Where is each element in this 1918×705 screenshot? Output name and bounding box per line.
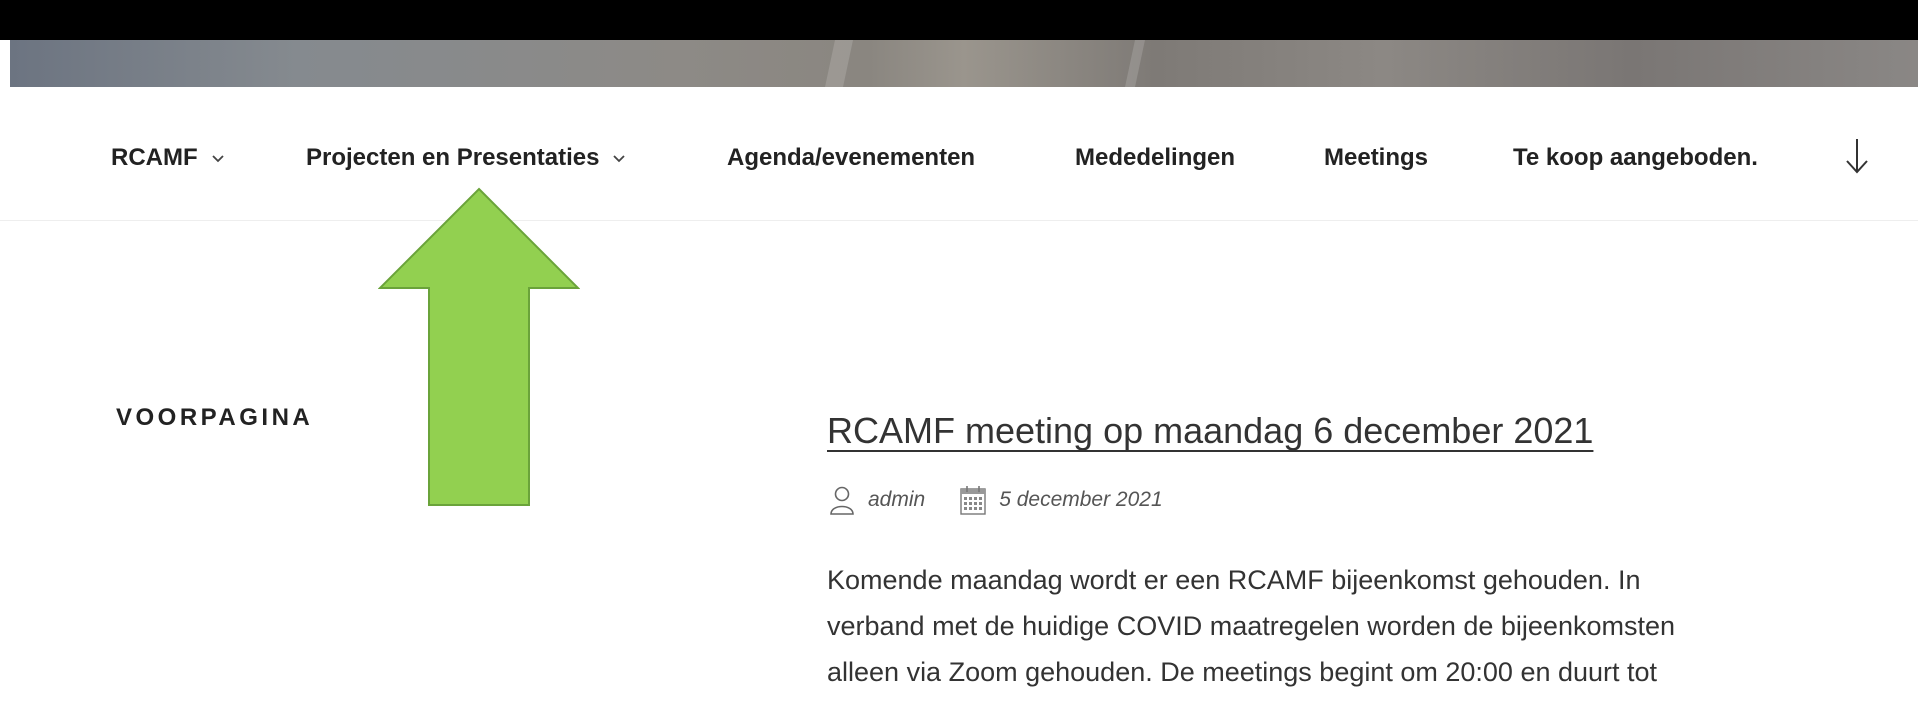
calendar-icon	[959, 484, 987, 516]
header-image	[10, 40, 1918, 87]
nav-item-label: Te koop aangeboden.	[1513, 144, 1758, 171]
nav-item-label: Mededelingen	[1075, 144, 1236, 171]
nav-item-agenda[interactable]: Agenda/evenementen	[727, 144, 975, 172]
green-up-arrow-icon	[378, 187, 580, 506]
user-icon	[828, 484, 856, 516]
sidebar-title: Voorpagina	[116, 404, 314, 431]
post-text-line: alleen via Zoom gehouden. De meetings be…	[827, 657, 1658, 687]
post-text-line: Komende maandag wordt er een RCAMF bijee…	[827, 565, 1641, 595]
nav-item-rcamf[interactable]: RCAMF	[111, 144, 226, 172]
arrow-down-icon[interactable]	[1842, 135, 1872, 177]
post-meta: admin 5 december 2021	[828, 484, 1163, 516]
post-date[interactable]: 5 december 2021	[999, 488, 1162, 512]
chevron-down-icon	[611, 152, 627, 164]
main-navigation: RCAMF Projecten en Presentaties Agenda/e…	[0, 87, 1918, 221]
post-title-link[interactable]: RCAMF meeting op maandag 6 december 2021	[827, 410, 1593, 452]
nav-item-meetings[interactable]: Meetings	[1324, 144, 1428, 172]
top-black-bar	[0, 0, 1918, 40]
nav-item-label: RCAMF	[111, 144, 198, 171]
post-text-line: verband met de huidige COVID maatregelen…	[827, 611, 1675, 641]
post-content: Komende maandag wordt er een RCAMF bijee…	[827, 557, 1817, 695]
nav-item-label: Agenda/evenementen	[727, 144, 976, 171]
nav-item-label: Meetings	[1324, 144, 1429, 171]
header-image-highlight	[825, 40, 853, 87]
nav-item-te-koop[interactable]: Te koop aangeboden.	[1513, 144, 1758, 172]
nav-item-mededelingen[interactable]: Mededelingen	[1075, 144, 1235, 172]
post-author[interactable]: admin	[868, 488, 925, 512]
header-image-highlight	[1125, 40, 1145, 87]
nav-item-projecten[interactable]: Projecten en Presentaties	[306, 144, 627, 172]
nav-item-label: Projecten en Presentaties	[306, 144, 600, 171]
chevron-down-icon	[210, 152, 226, 164]
